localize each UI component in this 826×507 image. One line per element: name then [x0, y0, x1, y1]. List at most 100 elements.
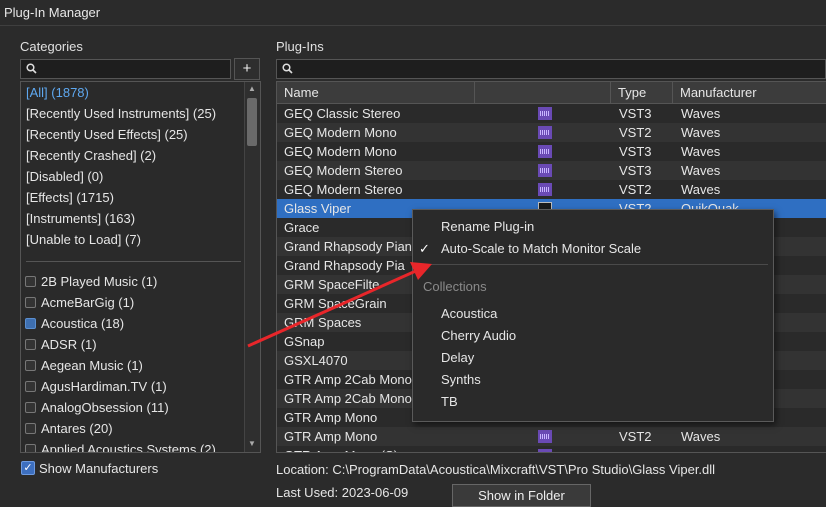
acoustica-icon: [25, 318, 36, 329]
table-row[interactable]: GTR Amp Mono VST2 Waves: [277, 427, 826, 446]
plugin-type: VST2: [619, 182, 652, 197]
plugin-name: GSXL4070: [284, 353, 348, 368]
manufacturer-label: Acoustica (18): [41, 316, 125, 331]
menu-item-collection[interactable]: TB: [441, 394, 458, 409]
manufacturer-label: Aegean Music (1): [41, 358, 143, 373]
search-icon: [26, 63, 37, 74]
table-header: Name Type Manufacturer: [277, 82, 826, 104]
table-row[interactable]: GEQ Modern Stereo VST3 Waves: [277, 161, 826, 180]
manufacturer-label: Applied Acoustics Systems (2): [41, 442, 216, 453]
manufacturer-label: AnalogObsession (11): [41, 400, 169, 415]
manufacturer-item[interactable]: AcmeBarGig (1): [25, 293, 134, 313]
waveform-icon: [538, 126, 552, 139]
category-item[interactable]: [Effects] (1715): [26, 188, 114, 208]
plugin-name: GTR Amp Mono: [284, 429, 378, 444]
table-row[interactable]: GEQ Modern Mono VST2 Waves: [277, 123, 826, 142]
waveform-icon: [538, 449, 552, 452]
manufacturer-icon: [25, 423, 36, 434]
plugin-name: GEQ Modern Mono: [284, 125, 397, 140]
scroll-down-icon[interactable]: ▼: [248, 439, 256, 448]
category-divider: [26, 261, 241, 262]
table-row[interactable]: GEQ Modern Stereo VST2 Waves: [277, 180, 826, 199]
menu-item-collection[interactable]: Acoustica: [441, 306, 497, 321]
column-header-type[interactable]: Type: [611, 82, 673, 103]
category-item[interactable]: [Recently Used Effects] (25): [26, 125, 188, 145]
menu-item-collection[interactable]: Synths: [441, 372, 481, 387]
menu-item-rename-plugin[interactable]: Rename Plug-in: [441, 219, 534, 234]
manufacturer-item[interactable]: 2B Played Music (1): [25, 272, 157, 292]
plugin-type: VST3: [619, 163, 652, 178]
manufacturer-item[interactable]: AnalogObsession (11): [25, 398, 169, 418]
category-scrollbar[interactable]: ▲ ▼: [244, 82, 260, 452]
table-row[interactable]: GTR Amp Mono (S): [277, 446, 826, 452]
waveform-icon: [538, 164, 552, 177]
manufacturer-icon: [25, 444, 36, 452]
plugin-name: GEQ Modern Stereo: [284, 163, 403, 178]
show-in-folder-button[interactable]: Show in Folder: [452, 484, 591, 507]
manufacturer-label: ADSR (1): [41, 337, 97, 352]
plugin-name: GSnap: [284, 334, 325, 349]
plugin-type: VST2: [619, 429, 652, 444]
manufacturer-label: AcmeBarGig (1): [41, 295, 135, 310]
category-search-input[interactable]: [20, 59, 231, 79]
column-header-name[interactable]: Name: [277, 82, 475, 103]
plugin-manufacturer: Waves: [681, 163, 721, 178]
manufacturer-item[interactable]: ADSR (1): [25, 335, 97, 355]
category-item[interactable]: [Disabled] (0): [26, 167, 103, 187]
plugin-search-input[interactable]: [276, 59, 826, 79]
manufacturer-icon: [25, 402, 36, 413]
manufacturer-icon: [25, 297, 36, 308]
manufacturer-icon: [25, 339, 36, 350]
plugin-name: GTR Amp Mono: [284, 410, 378, 425]
plugin-name: GTR Amp 2Cab Mono: [284, 391, 412, 406]
plugins-heading: Plug-Ins: [276, 39, 324, 54]
location-text: Location: C:\ProgramData\Acoustica\Mixcr…: [276, 462, 716, 477]
title-bar: Plug-In Manager: [0, 0, 826, 26]
menu-item-collection[interactable]: Delay: [441, 350, 474, 365]
plugin-name: GEQ Modern Mono: [284, 144, 397, 159]
column-header-icon[interactable]: [475, 82, 611, 103]
plugin-name: Glass Viper: [284, 201, 351, 216]
plugin-name: GEQ Classic Stereo: [284, 106, 401, 121]
manufacturer-icon: [25, 360, 36, 371]
plugin-type: VST3: [619, 144, 652, 159]
plugin-type: VST3: [619, 106, 652, 121]
categories-heading: Categories: [20, 39, 83, 54]
check-icon: ✓: [419, 241, 430, 256]
table-row[interactable]: GEQ Classic Stereo VST3 Waves: [277, 104, 826, 123]
manufacturer-label: 2B Played Music (1): [41, 274, 158, 289]
plugin-name: GRM SpaceGrain: [284, 296, 387, 311]
menu-header-collections: Collections: [423, 279, 487, 294]
table-row[interactable]: GEQ Modern Mono VST3 Waves: [277, 142, 826, 161]
column-header-manufacturer[interactable]: Manufacturer: [673, 82, 826, 103]
plugin-manufacturer: Waves: [681, 182, 721, 197]
manufacturer-item[interactable]: Acoustica (18): [25, 314, 124, 334]
plugin-type: VST2: [619, 125, 652, 140]
manufacturer-item[interactable]: AgusHardiman.TV (1): [25, 377, 167, 397]
plugin-name: GRM Spaces: [284, 315, 362, 330]
category-list[interactable]: [All] (1878) [Recently Used Instruments]…: [20, 81, 261, 453]
category-item[interactable]: [Recently Used Instruments] (25): [26, 104, 216, 124]
menu-divider: [423, 264, 768, 265]
manufacturer-icon: [25, 276, 36, 287]
add-category-button[interactable]: +: [234, 58, 260, 80]
menu-item-auto-scale[interactable]: Auto-Scale to Match Monitor Scale: [441, 241, 641, 256]
manufacturer-item[interactable]: Aegean Music (1): [25, 356, 143, 376]
plugin-name: GEQ Modern Stereo: [284, 182, 403, 197]
category-item[interactable]: [Recently Crashed] (2): [26, 146, 156, 166]
scroll-up-icon[interactable]: ▲: [248, 84, 256, 93]
category-item-all[interactable]: [All] (1878): [26, 83, 89, 103]
manufacturer-icon: [25, 381, 36, 392]
plugin-manufacturer: Waves: [681, 125, 721, 140]
category-item[interactable]: [Unable to Load] (7): [26, 230, 141, 250]
plugin-manufacturer: Waves: [681, 429, 721, 444]
manufacturer-item[interactable]: Applied Acoustics Systems (2): [25, 440, 216, 453]
plugin-name: Grand Rhapsody Pia: [284, 258, 405, 273]
category-item[interactable]: [Instruments] (163): [26, 209, 135, 229]
last-used-text: Last Used: 2023-06-09: [276, 485, 409, 500]
manufacturer-item[interactable]: Antares (20): [25, 419, 113, 439]
menu-item-collection[interactable]: Cherry Audio: [441, 328, 516, 343]
plugin-manufacturer: Waves: [681, 106, 721, 121]
scrollbar-thumb[interactable]: [247, 98, 257, 146]
show-manufacturers-checkbox[interactable]: ✓: [21, 461, 35, 475]
